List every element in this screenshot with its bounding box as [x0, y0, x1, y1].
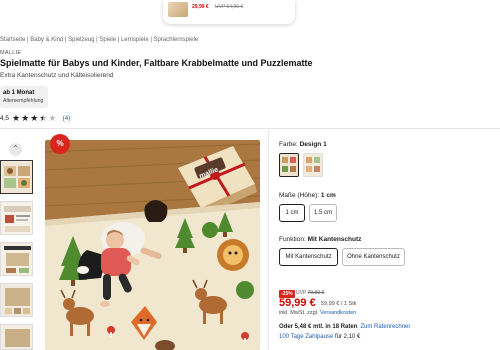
sticky-uvp: UVP 64,90 € [215, 4, 244, 10]
product-subtitle: Extra Kantenschutz und Kälteisolierend [0, 72, 114, 79]
gallery-thumbnail[interactable] [0, 160, 33, 194]
color-swatch-design-2[interactable] [303, 153, 323, 177]
function-option-with-edge-protection[interactable]: Mit Kantenschutz [279, 248, 338, 266]
size-label: Maße (Höhe): 1 cm [279, 192, 336, 199]
product-options-panel: Farbe: Design 1 Maße (Höhe): 1 cm 1 cm 1… [268, 130, 500, 350]
age-label: Altersempfehlung [3, 98, 44, 104]
color-swatch-design-1[interactable] [279, 153, 299, 177]
color-label: Farbe: Design 1 [279, 141, 327, 148]
star-full-icon: ★ [30, 112, 39, 123]
rating[interactable]: 4,5 ★ ★ ★ ★ ★ (4) [0, 113, 70, 123]
age-value: ab 1 Monat [3, 90, 35, 96]
function-option-without-edge-protection[interactable]: Ohne Kantenschutz [342, 248, 405, 266]
function-label: Funktion: Mit Kantenschutz [279, 236, 362, 243]
rating-value: 4,5 [0, 114, 10, 122]
gallery-thumbnail[interactable] [0, 283, 33, 317]
gallery-thumbnail[interactable] [0, 324, 33, 350]
breadcrumb[interactable]: Startseite | Baby & Kind | Spielzeug | S… [0, 37, 198, 43]
star-half-icon: ★ [39, 112, 48, 123]
star-empty-icon: ★ [48, 112, 57, 123]
rating-stars: ★ ★ ★ ★ ★ [12, 112, 57, 123]
sticky-product-card[interactable]: 29,99 € UVP 64,90 € [163, 0, 295, 24]
uvp-price: UVP 79,90 € [296, 290, 325, 296]
brand-name[interactable]: MALLIE [0, 50, 21, 56]
star-full-icon: ★ [12, 112, 21, 123]
chevron-up-icon[interactable]: ⌃ [9, 143, 22, 156]
current-price: 59,99 € [279, 297, 316, 309]
gallery-thumbnail[interactable] [0, 201, 33, 235]
pay-later-info[interactable]: 100 Tage Zahlpause für 2,10 € [279, 334, 360, 340]
installment-calculator-link[interactable]: Zum Ratenrechner [360, 324, 410, 330]
financing-info: Oder 5,48 € mtl. in 18 Raten Zum Ratenrec… [279, 324, 411, 330]
gallery-thumbnail[interactable] [0, 242, 33, 276]
shipping-costs-link[interactable]: Versandkosten [320, 310, 356, 316]
rating-count-link[interactable]: (4) [62, 115, 70, 122]
sticky-price: 29,99 € [192, 4, 209, 10]
unit-price: 59,99 € / 1 Stk [321, 301, 357, 307]
discount-badge: % [50, 134, 70, 154]
divider [0, 128, 500, 129]
product-title: Spielmatte für Babys und Kinder, Faltbar… [0, 58, 313, 68]
star-full-icon: ★ [21, 112, 30, 123]
tax-info: inkl. MwSt. zzgl. Versandkosten [279, 310, 357, 316]
main-product-image[interactable]: mallie [45, 140, 260, 350]
age-recommendation-badge: ab 1 Monat Altersempfehlung [0, 86, 48, 108]
size-option-1-5cm[interactable]: 1.5 cm [309, 204, 337, 222]
size-option-1cm[interactable]: 1 cm [279, 204, 305, 222]
sticky-product-thumbnail [168, 2, 188, 17]
